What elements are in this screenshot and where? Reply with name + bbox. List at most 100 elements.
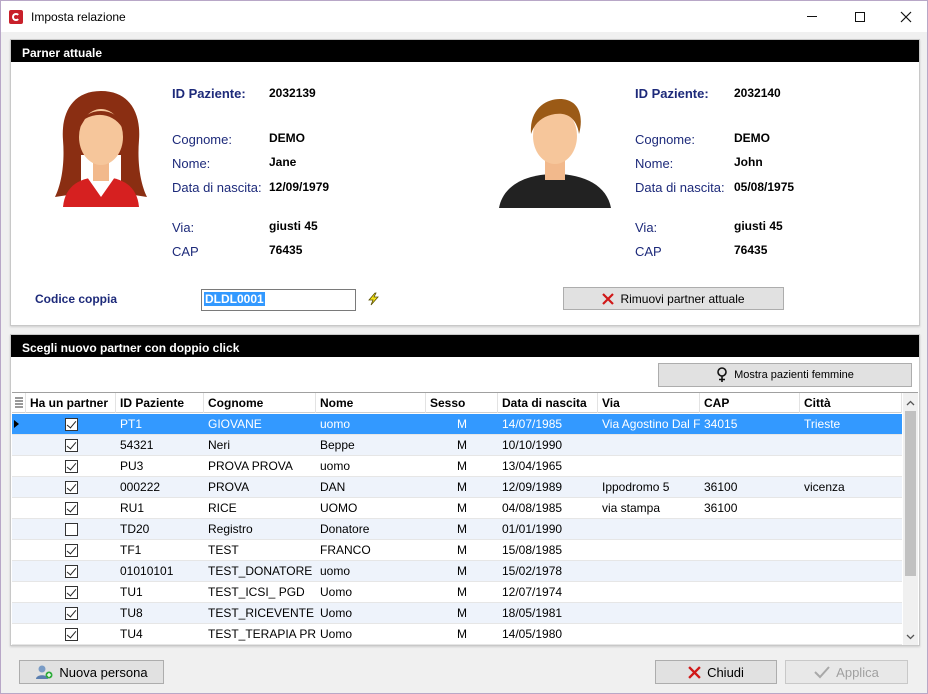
cell-id: TU1 <box>120 585 143 599</box>
cell-sex: M <box>457 480 467 494</box>
grid-body: PT1 GIOVANE uomo M 14/07/1985 Via Agostino Da… <box>12 414 902 645</box>
col-has-partner[interactable]: Ha un partner <box>26 393 116 413</box>
cell-zip: 36100 <box>704 480 738 494</box>
cell-city <box>800 603 902 624</box>
female-name-label: Nome: <box>172 156 211 171</box>
minimize-button[interactable] <box>789 1 835 32</box>
cell-id: TU8 <box>120 606 143 620</box>
female-birth-value: 12/09/1979 <box>269 180 330 194</box>
checkmark-icon <box>814 666 830 679</box>
cell-city <box>800 561 902 582</box>
table-row[interactable]: PT1 GIOVANE uomo M 14/07/1985 Via Agostino Da… <box>12 414 902 435</box>
cell-sex: M <box>457 627 467 641</box>
has-partner-checkbox[interactable] <box>65 460 78 473</box>
couple-code-label: Codice coppia <box>35 292 118 306</box>
cell-birth: 14/05/1980 <box>502 627 563 641</box>
has-partner-checkbox[interactable] <box>65 565 78 578</box>
col-name[interactable]: Nome <box>316 393 426 413</box>
table-row[interactable]: 000222 PROVA DAN M 12/09/1989 Ippodromo 5 3610… <box>12 477 902 498</box>
cell-city <box>800 624 902 645</box>
new-partner-panel: Scegli nuovo partner con doppio click Mo… <box>10 334 920 646</box>
cell-birth: 12/09/1989 <box>502 480 563 494</box>
grid-scrollbar[interactable] <box>903 393 918 645</box>
remove-partner-label: Rimuovi partner attuale <box>620 291 745 306</box>
table-row[interactable]: TU4 TEST_TERAPIA PR Uomo M 14/05/1980 <box>12 624 902 645</box>
cell-sex: M <box>457 417 467 431</box>
lightning-bolt-icon[interactable] <box>366 292 380 306</box>
add-person-icon <box>36 665 53 679</box>
female-surname-value: DEMO <box>269 131 305 145</box>
cell-sex: M <box>457 459 467 473</box>
table-row[interactable]: TU8 TEST_RICEVENTE Uomo M 18/05/1981 <box>12 603 902 624</box>
cell-street: Via Agostino Dal Fe <box>602 417 700 431</box>
col-zip[interactable]: CAP <box>700 393 800 413</box>
col-sex[interactable]: Sesso <box>426 393 498 413</box>
show-females-button[interactable]: Mostra pazienti femmine <box>658 363 912 387</box>
cell-zip <box>700 561 800 582</box>
cell-city <box>800 435 902 456</box>
col-street[interactable]: Via <box>598 393 700 413</box>
cell-zip <box>700 519 800 540</box>
new-person-button[interactable]: Nuova persona <box>19 660 164 684</box>
has-partner-checkbox[interactable] <box>65 502 78 515</box>
cell-street <box>598 582 700 603</box>
maximize-button[interactable] <box>837 1 883 32</box>
cell-name: uomo <box>320 459 351 473</box>
cell-sex: M <box>457 501 467 515</box>
table-row[interactable]: 54321 Neri Beppe M 10/10/1990 <box>12 435 902 456</box>
scroll-thumb[interactable] <box>905 411 916 576</box>
cell-street <box>598 561 700 582</box>
table-row[interactable]: RU1 RICE UOMO M 04/08/1985 via stampa 36100 <box>12 498 902 519</box>
has-partner-checkbox[interactable] <box>65 418 78 431</box>
column-chooser-icon[interactable] <box>12 393 26 413</box>
close-button[interactable]: Chiudi <box>655 660 777 684</box>
col-city[interactable]: Città <box>800 393 902 413</box>
cell-surname: Registro <box>208 522 253 536</box>
table-row[interactable]: TU1 TEST_ICSI_ PGD Uomo M 12/07/1974 <box>12 582 902 603</box>
cell-street: via stampa <box>602 501 661 515</box>
close-window-button[interactable] <box>883 1 928 32</box>
table-row[interactable]: TF1 TEST FRANCO M 15/08/1985 <box>12 540 902 561</box>
cell-birth: 15/08/1985 <box>502 543 563 557</box>
female-zip-value: 76435 <box>269 243 303 257</box>
scroll-up-button[interactable] <box>903 394 918 411</box>
cell-street <box>598 540 700 561</box>
female-surname-label: Cognome: <box>172 132 232 147</box>
has-partner-checkbox[interactable] <box>65 439 78 452</box>
window-title: Imposta relazione <box>31 10 126 24</box>
apply-label: Applica <box>836 664 879 680</box>
scroll-down-button[interactable] <box>903 628 918 645</box>
table-row[interactable]: PU3 PROVA PROVA uomo M 13/04/1965 <box>12 456 902 477</box>
female-birth-label: Data di nascita: <box>172 180 262 195</box>
col-birth[interactable]: Data di nascita <box>498 393 598 413</box>
has-partner-checkbox[interactable] <box>65 544 78 557</box>
has-partner-checkbox[interactable] <box>65 586 78 599</box>
table-row[interactable]: TD20 Registro Donatore M 01/01/1990 <box>12 519 902 540</box>
cell-surname: RICE <box>208 501 237 515</box>
cell-birth: 15/02/1978 <box>502 564 563 578</box>
new-person-label: Nuova persona <box>59 664 148 680</box>
cell-surname: PROVA PROVA <box>208 459 293 473</box>
has-partner-checkbox[interactable] <box>65 628 78 641</box>
cell-city <box>800 498 902 519</box>
cell-name: Uomo <box>320 627 353 641</box>
table-row[interactable]: 01010101 TEST_DONATORE uomo M 15/02/1978 <box>12 561 902 582</box>
apply-button[interactable]: Applica <box>785 660 908 684</box>
cell-city <box>800 519 902 540</box>
has-partner-checkbox[interactable] <box>65 481 78 494</box>
couple-code-value: DLDL0001 <box>204 292 265 306</box>
cell-sex: M <box>457 606 467 620</box>
female-avatar-icon <box>55 91 147 207</box>
col-surname[interactable]: Cognome <box>204 393 316 413</box>
remove-partner-button[interactable]: Rimuovi partner attuale <box>563 287 784 310</box>
couple-code-input[interactable]: DLDL0001 <box>201 289 356 311</box>
cell-birth: 14/07/1985 <box>502 417 563 431</box>
cell-id: 000222 <box>120 480 161 494</box>
cell-name: uomo <box>320 417 351 431</box>
col-patient-id[interactable]: ID Paziente <box>116 393 204 413</box>
has-partner-checkbox[interactable] <box>65 607 78 620</box>
title-bar: Imposta relazione <box>1 1 927 32</box>
male-id-label: ID Paziente: <box>635 86 709 101</box>
cell-sex: M <box>457 564 467 578</box>
has-partner-checkbox[interactable] <box>65 523 78 536</box>
